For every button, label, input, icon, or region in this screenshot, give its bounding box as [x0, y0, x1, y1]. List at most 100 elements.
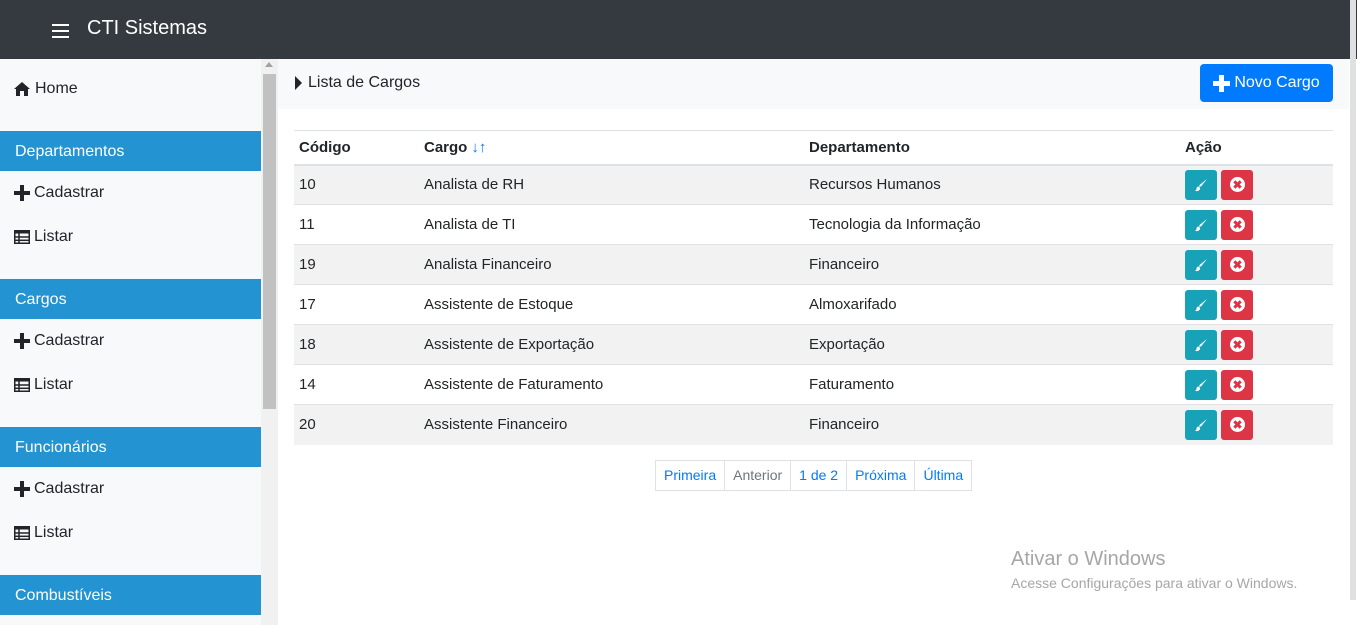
- pagination-last[interactable]: Última: [914, 460, 973, 491]
- pagination-prev: Anterior: [724, 460, 792, 491]
- new-cargo-button[interactable]: Novo Cargo: [1200, 64, 1333, 102]
- edit-button[interactable]: [1185, 249, 1217, 280]
- column-header-cargo[interactable]: Cargo ↓↑: [419, 130, 804, 166]
- plus-icon: [1213, 74, 1231, 92]
- cell-codigo: 17: [294, 284, 419, 325]
- windows-activation-watermark: Ativar o Windows Acesse Configurações pa…: [1011, 548, 1297, 591]
- cell-cargo: Assistente Financeiro: [419, 404, 804, 445]
- cell-acao: [1180, 244, 1333, 285]
- delete-button[interactable]: [1221, 289, 1253, 320]
- delete-button[interactable]: [1221, 169, 1253, 200]
- scroll-up-arrow-icon[interactable]: [265, 62, 273, 67]
- row-actions: [1185, 289, 1328, 320]
- sidebar-section-funcionarios[interactable]: Funcionários: [0, 427, 261, 467]
- pagination-next[interactable]: Próxima: [846, 460, 916, 491]
- row-actions: [1185, 409, 1328, 440]
- cell-cargo: Analista de TI: [419, 204, 804, 245]
- cell-cargo: Assistente de Estoque: [419, 284, 804, 325]
- cell-departamento: Financeiro: [804, 404, 1180, 445]
- page-scrollbar-thumb[interactable]: [1350, 0, 1356, 600]
- plus-icon: [14, 481, 30, 497]
- close-circle-icon: [1229, 297, 1245, 312]
- sidebar-item-home[interactable]: Home: [14, 80, 78, 98]
- edit-button[interactable]: [1185, 209, 1217, 240]
- sidebar-section-cargos[interactable]: Cargos: [0, 279, 261, 319]
- caret-right-icon: [295, 76, 302, 90]
- edit-button[interactable]: [1185, 409, 1217, 440]
- pagination-first[interactable]: Primeira: [655, 460, 726, 491]
- sidebar-item-label: Cadastrar: [34, 480, 105, 497]
- sidebar-item-funcionarios-cadastrar[interactable]: Cadastrar: [14, 480, 104, 498]
- sort-arrows-icon[interactable]: ↓↑: [471, 139, 486, 156]
- cell-acao: [1180, 164, 1333, 205]
- sidebar-item-funcionarios-listar[interactable]: Listar: [14, 524, 73, 542]
- table-icon: [14, 526, 30, 540]
- sidebar-item-label: Listar: [34, 228, 74, 245]
- cell-codigo: 10: [294, 164, 419, 205]
- edit-button[interactable]: [1185, 169, 1217, 200]
- sidebar-item-label: Home: [35, 80, 78, 97]
- delete-button[interactable]: [1221, 409, 1253, 440]
- paintbrush-icon: [1195, 218, 1207, 231]
- delete-button[interactable]: [1221, 369, 1253, 400]
- edit-button[interactable]: [1185, 289, 1217, 320]
- sidebar-item-departamentos-listar[interactable]: Listar: [14, 228, 73, 246]
- table-row: 11 Analista de TI Tecnologia da Informação: [294, 204, 1333, 245]
- sidebar-scrollbar-thumb[interactable]: [263, 74, 276, 409]
- top-navbar: CTI Sistemas: [0, 0, 1357, 59]
- plus-icon: [14, 185, 30, 201]
- table-row: 20 Assistente Financeiro Financeiro: [294, 404, 1333, 445]
- cell-cargo: Analista de RH: [419, 164, 804, 205]
- brand-title[interactable]: CTI Sistemas: [87, 17, 207, 40]
- sidebar-section-departamentos[interactable]: Departamentos: [0, 131, 261, 171]
- sidebar-item-departamentos-cadastrar[interactable]: Cadastrar: [14, 184, 104, 202]
- cell-acao: [1180, 324, 1333, 365]
- row-actions: [1185, 209, 1328, 240]
- column-header-cargo-label: Cargo: [424, 138, 468, 156]
- home-icon: [14, 82, 30, 96]
- breadcrumb-bar: Lista de Cargos Novo Cargo: [278, 59, 1349, 109]
- sidebar-item-cargos-cadastrar[interactable]: Cadastrar: [14, 332, 104, 350]
- cell-cargo: Assistente de Exportação: [419, 324, 804, 365]
- cell-acao: [1180, 284, 1333, 325]
- close-circle-icon: [1229, 417, 1245, 433]
- new-cargo-button-label: Novo Cargo: [1234, 74, 1320, 91]
- column-header-acao: Ação: [1180, 130, 1333, 166]
- sidebar-item-label: Listar: [34, 524, 74, 541]
- sidebar-item-label: Cadastrar: [34, 184, 105, 201]
- sidebar-item-label: Cadastrar: [34, 332, 105, 349]
- delete-button[interactable]: [1221, 249, 1253, 280]
- watermark-title: Ativar o Windows: [1011, 548, 1166, 570]
- sidebar-item-label: Listar: [34, 376, 74, 393]
- cell-departamento: Almoxarifado: [804, 284, 1180, 325]
- column-header-codigo: Código: [294, 130, 419, 166]
- delete-button[interactable]: [1221, 209, 1253, 240]
- cell-departamento: Exportação: [804, 324, 1180, 365]
- cell-cargo: Analista Financeiro: [419, 244, 804, 285]
- close-circle-icon: [1229, 377, 1245, 392]
- cell-departamento: Financeiro: [804, 244, 1180, 285]
- delete-button[interactable]: [1221, 329, 1253, 360]
- cargos-table: Código Cargo ↓↑ Departamento Ação 10 Anali…: [294, 130, 1333, 445]
- table-row: 18 Assistente de Exportação Exportação: [294, 324, 1333, 365]
- hamburger-icon[interactable]: [52, 24, 69, 38]
- row-actions: [1185, 249, 1328, 280]
- sidebar-item-cargos-listar[interactable]: Listar: [14, 376, 73, 394]
- table-icon: [14, 230, 30, 244]
- cell-codigo: 18: [294, 324, 419, 365]
- table-row: 14 Assistente de Faturamento Faturamento: [294, 364, 1333, 405]
- paintbrush-icon: [1195, 258, 1207, 271]
- paintbrush-icon: [1195, 338, 1207, 351]
- edit-button[interactable]: [1185, 329, 1217, 360]
- edit-button[interactable]: [1185, 369, 1217, 400]
- sidebar-section-combustiveis[interactable]: Combustíveis: [0, 575, 261, 615]
- breadcrumb: Lista de Cargos: [295, 74, 420, 92]
- sidebar: Home Departamentos Cadastrar Listar Carg…: [0, 59, 261, 625]
- paintbrush-icon: [1195, 418, 1207, 431]
- close-circle-icon: [1229, 217, 1245, 232]
- cell-departamento: Tecnologia da Informação: [804, 204, 1180, 245]
- cell-codigo: 11: [294, 204, 419, 245]
- table-row: 19 Analista Financeiro Financeiro: [294, 244, 1333, 285]
- pagination-current[interactable]: 1 de 2: [790, 460, 848, 491]
- cell-cargo: Assistente de Faturamento: [419, 364, 804, 405]
